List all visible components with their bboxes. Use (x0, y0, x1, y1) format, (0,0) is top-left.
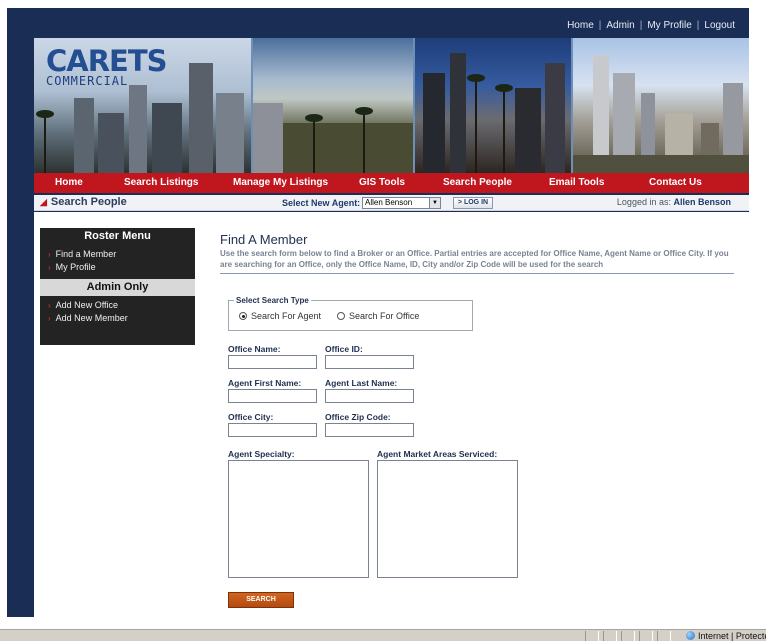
banner-night-city-photo (415, 38, 571, 173)
section-title: ◢ Search People (40, 196, 127, 208)
radio-unselected-icon[interactable] (337, 312, 345, 320)
top-nav-logout[interactable]: Logout (704, 20, 735, 31)
nav-home[interactable]: Home (55, 177, 83, 188)
separator: | (639, 20, 643, 31)
page-title: Find A Member (220, 232, 308, 247)
status-cell (639, 631, 653, 641)
arrow-right-icon: › (48, 250, 51, 259)
agent-specialty-label: Agent Specialty: (228, 449, 295, 459)
sidebar-item-label: Find a Member (55, 249, 117, 259)
triangle-icon: ◢ (40, 197, 47, 207)
arrow-right-icon: › (48, 301, 51, 310)
nav-search-people[interactable]: Search People (443, 177, 512, 188)
arrow-right-icon: › (48, 263, 51, 272)
office-city-input[interactable] (228, 423, 317, 437)
main-navigation: Home Search Listings Manage My Listings … (34, 173, 749, 193)
office-zip-label: Office Zip Code: (325, 412, 391, 422)
page-description: Use the search form below to find a Brok… (220, 248, 734, 274)
sidebar-item-find-a-member[interactable]: › Find a Member (48, 248, 195, 261)
status-cell (585, 631, 599, 641)
office-zip-input[interactable] (325, 423, 414, 437)
market-areas-list[interactable] (377, 460, 518, 578)
logo-main-text: CARETS (46, 44, 168, 78)
arrow-right-icon: › (48, 314, 51, 323)
agent-last-name-input[interactable] (325, 389, 414, 403)
office-id-label: Office ID: (325, 344, 363, 354)
radio-label: Search For Agent (251, 311, 322, 321)
header-banner: CARETS COMMERCIAL (34, 38, 749, 173)
radio-label: Search For Office (349, 311, 420, 321)
security-zone[interactable]: Internet | Protecte (686, 631, 766, 641)
radio-search-for-agent[interactable]: Search For Agent (239, 311, 321, 321)
search-type-legend: Select Search Type (234, 296, 311, 305)
office-id-input[interactable] (325, 355, 414, 369)
sidebar-item-label: Add New Office (55, 300, 119, 310)
chevron-down-icon[interactable]: ▼ (429, 198, 440, 208)
nav-gis-tools[interactable]: GIS Tools (359, 177, 405, 188)
roster-menu-list: › Find a Member › My Profile (40, 245, 195, 279)
banner-mountains-photo (253, 38, 413, 173)
agent-first-name-input[interactable] (228, 389, 317, 403)
nav-manage-my-listings[interactable]: Manage My Listings (233, 177, 328, 188)
status-cell (657, 631, 671, 641)
site-frame: Home | Admin | My Profile | Logout CARET… (7, 8, 749, 626)
agent-last-name-label: Agent Last Name: (325, 378, 398, 388)
find-member-header: Find A Member Use the search form below … (220, 232, 734, 274)
nav-contact-us[interactable]: Contact Us (649, 177, 702, 188)
status-cell (621, 631, 635, 641)
agent-first-name-label: Agent First Name: (228, 378, 302, 388)
login-button[interactable]: > LOG IN (453, 197, 493, 209)
browser-status-bar: Internet | Protecte (0, 629, 766, 641)
content-area: Roster Menu › Find a Member › My Profile A… (34, 212, 749, 626)
logged-in-label: Logged in as: (616, 197, 671, 207)
office-city-label: Office City: (228, 412, 274, 422)
admin-only-heading: Admin Only (40, 279, 195, 296)
sidebar-item-add-new-member[interactable]: › Add New Member (48, 312, 195, 325)
separator: | (696, 20, 700, 31)
sidebar-item-label: My Profile (55, 262, 96, 272)
nav-search-listings[interactable]: Search Listings (124, 177, 198, 188)
radio-selected-icon[interactable] (239, 312, 247, 320)
office-name-input[interactable] (228, 355, 317, 369)
nav-email-tools[interactable]: Email Tools (549, 177, 604, 188)
top-utility-nav: Home | Admin | My Profile | Logout (567, 20, 735, 31)
admin-menu-list: › Add New Office › Add New Member (40, 296, 195, 330)
status-cell (603, 631, 617, 641)
separator: | (598, 20, 602, 31)
browser-page: Home | Admin | My Profile | Logout CARET… (0, 0, 766, 641)
logged-in-user: Allen Benson (673, 197, 731, 207)
banner-downtown-photo (573, 38, 749, 173)
office-name-label: Office Name: (228, 344, 281, 354)
logged-in-status: Logged in as: Allen Benson (617, 197, 731, 207)
agent-specialty-list[interactable] (228, 460, 369, 578)
sidebar-item-label: Add New Member (55, 313, 128, 323)
select-agent-label: Select New Agent: (282, 198, 361, 208)
agent-select[interactable]: Allen Benson ▼ (362, 197, 441, 209)
top-nav-admin[interactable]: Admin (606, 20, 634, 31)
roster-menu-heading: Roster Menu (84, 230, 151, 242)
search-button[interactable]: SEARCH (228, 592, 294, 608)
security-zone-text: Internet | Protecte (698, 631, 766, 641)
login-button-label: LOG IN (463, 199, 489, 206)
search-type-fieldset: Select Search Type Search For Agent Sear… (228, 296, 473, 331)
sidebar-item-add-new-office[interactable]: › Add New Office (48, 299, 195, 312)
sidebar-item-my-profile[interactable]: › My Profile (48, 261, 195, 274)
section-bar: ◢ Search People Select New Agent: Allen B… (34, 195, 749, 211)
top-nav-home[interactable]: Home (567, 20, 594, 31)
carets-logo[interactable]: CARETS COMMERCIAL (46, 44, 168, 88)
section-title-text: Search People (50, 196, 127, 208)
agent-select-value: Allen Benson (365, 198, 413, 207)
roster-sidebar: Roster Menu › Find a Member › My Profile A… (40, 228, 195, 345)
globe-icon (686, 631, 695, 640)
market-areas-label: Agent Market Areas Serviced: (377, 449, 498, 459)
radio-search-for-office[interactable]: Search For Office (337, 311, 419, 321)
top-nav-my-profile[interactable]: My Profile (647, 20, 691, 31)
page-bottom (0, 617, 766, 629)
